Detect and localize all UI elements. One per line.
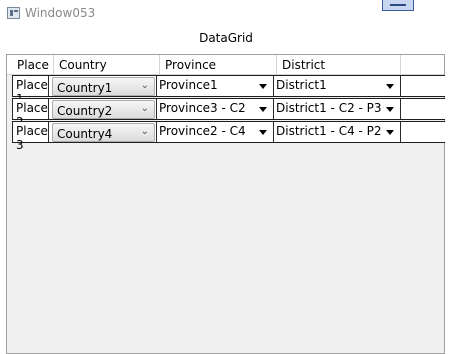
filler-cell <box>401 76 445 96</box>
column-header-place[interactable]: Place <box>7 55 54 75</box>
dropdown-arrow-icon <box>259 107 267 112</box>
column-header-country[interactable]: Country <box>54 55 160 75</box>
district-value: District1 - C4 - P2 <box>276 124 382 138</box>
country-value: Country4 <box>57 127 113 141</box>
province-value: Province1 <box>159 78 218 92</box>
minimize-icon <box>390 4 406 6</box>
district-dropdown[interactable]: District1 - C2 - P3 <box>274 99 401 119</box>
province-dropdown[interactable]: Province2 - C4 <box>157 122 274 142</box>
app-window-icon <box>7 7 20 19</box>
window-title: Window053 <box>25 6 96 20</box>
table-row[interactable]: Place 1 Country1 ⌄ Province1 District1 <box>12 75 445 106</box>
place-cell: Place 1 <box>12 76 49 106</box>
country-combobox[interactable]: Country1 ⌄ <box>52 77 155 96</box>
column-header-province[interactable]: Province <box>160 55 277 75</box>
title-bar: Window053 <box>0 0 474 28</box>
country-value: Country1 <box>57 81 113 95</box>
chevron-down-icon: ⌄ <box>140 80 149 91</box>
province-value: Province2 - C4 <box>159 124 246 138</box>
province-value: Province3 - C2 <box>159 101 246 115</box>
chevron-down-icon: ⌄ <box>140 126 149 137</box>
filler-cell <box>401 122 445 142</box>
district-dropdown[interactable]: District1 <box>274 76 401 96</box>
country-cell: Country2 ⌄ <box>49 99 157 119</box>
dropdown-arrow-icon <box>386 107 394 112</box>
district-dropdown[interactable]: District1 - C4 - P2 <box>274 122 401 142</box>
country-combobox[interactable]: Country4 ⌄ <box>52 123 155 142</box>
table-row[interactable]: Place 2 Country2 ⌄ Province3 - C2 Distri… <box>12 98 445 129</box>
country-cell: Country4 ⌄ <box>49 122 157 142</box>
table-row[interactable]: Place 3 Country4 ⌄ Province2 - C4 Distri… <box>12 121 445 152</box>
column-header-filler <box>401 55 444 75</box>
province-dropdown[interactable]: Province3 - C2 <box>157 99 274 119</box>
district-value: District1 <box>276 78 327 92</box>
place-cell: Place 3 <box>12 122 49 152</box>
dropdown-arrow-icon <box>386 130 394 135</box>
province-dropdown[interactable]: Province1 <box>157 76 274 96</box>
minimize-button[interactable] <box>382 0 414 11</box>
filler-cell <box>401 99 445 119</box>
dropdown-arrow-icon <box>259 84 267 89</box>
dropdown-arrow-icon <box>386 84 394 89</box>
country-combobox[interactable]: Country2 ⌄ <box>52 100 155 119</box>
place-cell: Place 2 <box>12 99 49 129</box>
datagrid-caption: DataGrid <box>199 31 253 45</box>
datagrid[interactable]: Place Country Province District Place 1 … <box>6 54 445 354</box>
country-cell: Country1 ⌄ <box>49 76 157 96</box>
dropdown-arrow-icon <box>259 130 267 135</box>
column-header-district[interactable]: District <box>277 55 401 75</box>
district-value: District1 - C2 - P3 <box>276 101 382 115</box>
country-value: Country2 <box>57 104 113 118</box>
chevron-down-icon: ⌄ <box>140 103 149 114</box>
